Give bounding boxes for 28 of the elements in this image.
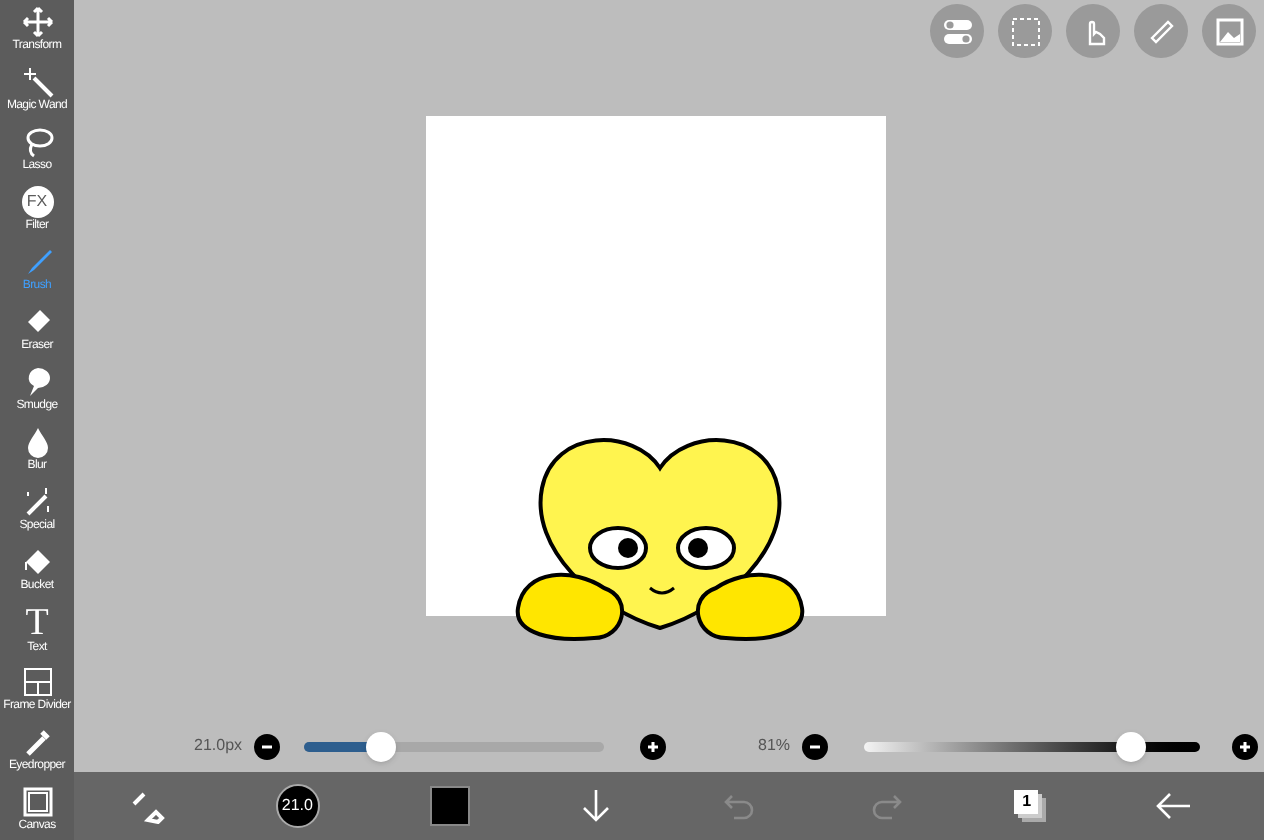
toggle-icon[interactable] bbox=[930, 4, 984, 58]
bucket-icon bbox=[21, 546, 53, 578]
selection-icon[interactable] bbox=[998, 4, 1052, 58]
brush-size-button[interactable]: 21.0 bbox=[275, 784, 320, 828]
plus-icon[interactable] bbox=[1232, 733, 1259, 759]
frame-icon bbox=[21, 666, 53, 698]
slider[interactable] bbox=[304, 731, 605, 761]
back-icon[interactable] bbox=[1156, 792, 1193, 820]
download-icon[interactable] bbox=[579, 788, 612, 824]
lasso-icon bbox=[21, 126, 53, 158]
transform-icon bbox=[21, 6, 53, 38]
plus-icon[interactable] bbox=[640, 733, 667, 759]
special-icon bbox=[21, 486, 53, 518]
slider-thumb[interactable] bbox=[365, 731, 396, 761]
wand-icon bbox=[21, 66, 53, 98]
text-icon: T bbox=[25, 605, 49, 639]
minus-icon[interactable] bbox=[254, 733, 281, 759]
minus-icon[interactable] bbox=[802, 733, 829, 759]
image-icon[interactable] bbox=[1202, 4, 1256, 58]
canvas-icon bbox=[21, 786, 53, 818]
slider[interactable] bbox=[864, 731, 1201, 761]
slider-thumb[interactable] bbox=[1115, 731, 1146, 761]
ruler-icon[interactable] bbox=[1134, 4, 1188, 58]
eyedropper-icon bbox=[21, 726, 53, 758]
color-swatch[interactable] bbox=[429, 786, 470, 826]
filter-icon: FX bbox=[21, 186, 53, 218]
slider-reading: 81% bbox=[758, 734, 791, 758]
slider-reading: 21.0px bbox=[194, 734, 243, 758]
